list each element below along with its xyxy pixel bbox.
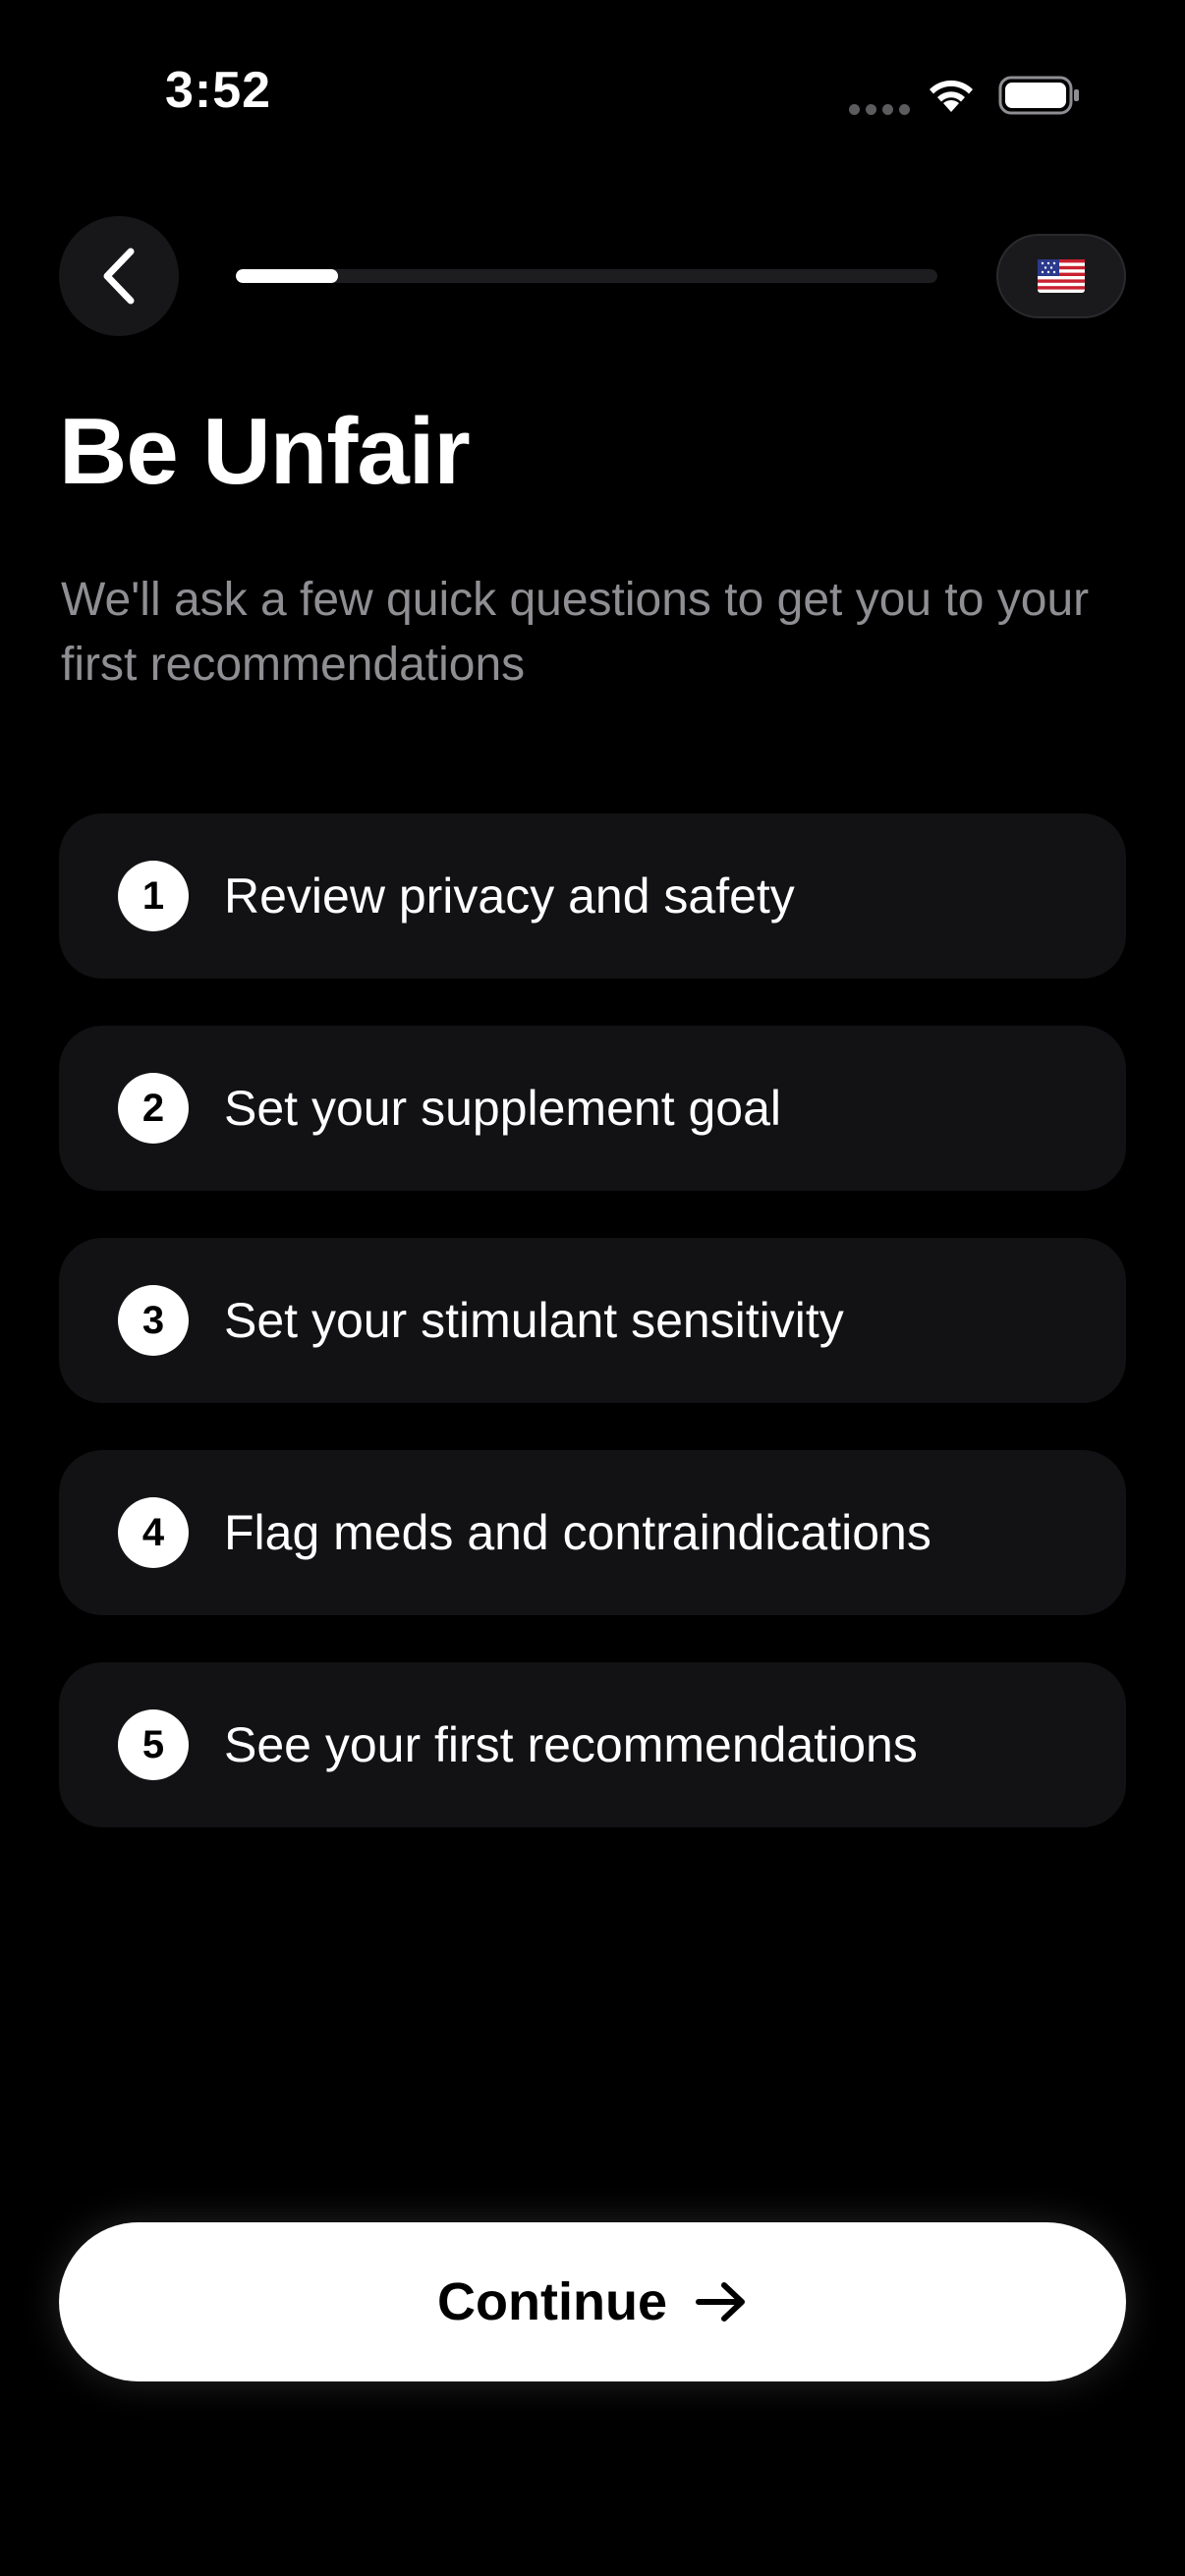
step-label: See your first recommendations [224, 1717, 918, 1772]
continue-button[interactable]: Continue [59, 2222, 1126, 2381]
cellular-signal-icon [849, 104, 910, 115]
steps-list: 1 Review privacy and safety 2 Set your s… [59, 813, 1126, 1875]
battery-icon [998, 76, 1079, 115]
us-flag-icon [1038, 259, 1085, 293]
step-number-badge: 3 [118, 1285, 189, 1356]
status-bar: 3:52 [0, 0, 1185, 196]
progress-bar [236, 269, 937, 283]
status-time: 3:52 [165, 62, 272, 119]
step-number-badge: 5 [118, 1709, 189, 1780]
step-number-badge: 2 [118, 1073, 189, 1144]
step-label: Review privacy and safety [224, 868, 795, 924]
step-label: Set your supplement goal [224, 1081, 782, 1136]
step-item-recommendations: 5 See your first recommendations [59, 1662, 1126, 1827]
arrow-right-icon [695, 2282, 745, 2322]
step-number-badge: 4 [118, 1497, 189, 1568]
page-subtitle: We'll ask a few quick questions to get y… [61, 574, 1090, 691]
chevron-left-icon [103, 248, 135, 305]
step-item-goal: 2 Set your supplement goal [59, 1026, 1126, 1191]
back-button[interactable] [59, 216, 179, 336]
step-label: Set your stimulant sensitivity [224, 1293, 844, 1348]
step-number-badge: 1 [118, 861, 189, 931]
step-label: Flag meds and contraindications [224, 1505, 931, 1560]
step-item-stimulant: 3 Set your stimulant sensitivity [59, 1238, 1126, 1403]
continue-label: Continue [437, 2272, 667, 2331]
wifi-icon [930, 80, 973, 112]
step-item-privacy: 1 Review privacy and safety [59, 813, 1126, 979]
page-title: Be Unfair [59, 399, 471, 504]
language-button[interactable] [996, 234, 1126, 318]
step-item-meds: 4 Flag meds and contraindications [59, 1450, 1126, 1615]
progress-bar-fill [236, 269, 338, 283]
